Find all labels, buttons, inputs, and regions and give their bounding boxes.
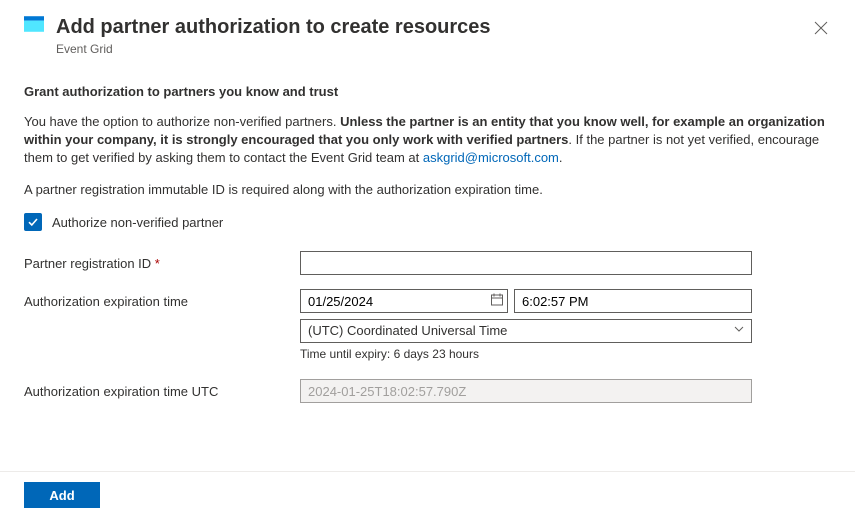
timezone-select[interactable]: (UTC) Coordinated Universal Time [300, 319, 752, 343]
close-button[interactable] [807, 14, 835, 42]
registration-id-input[interactable] [300, 251, 752, 275]
service-name: Event Grid [56, 42, 831, 56]
add-button[interactable]: Add [24, 482, 100, 508]
timezone-value: (UTC) Coordinated Universal Time [308, 323, 507, 338]
section-heading: Grant authorization to partners you know… [24, 84, 831, 99]
time-until-expiry: Time until expiry: 6 days 23 hours [300, 347, 752, 361]
intro-period: . [559, 150, 563, 165]
authorize-nonverified-label: Authorize non-verified partner [52, 215, 223, 230]
required-mark: * [155, 256, 160, 271]
authorize-nonverified-checkbox[interactable] [24, 213, 42, 231]
page-title: Add partner authorization to create reso… [56, 14, 831, 40]
registration-id-label: Partner registration ID [24, 256, 151, 271]
expiration-date-input[interactable] [300, 289, 508, 313]
chevron-down-icon [733, 321, 745, 341]
requirement-text: A partner registration immutable ID is r… [24, 181, 831, 199]
contact-email-link[interactable]: askgrid@microsoft.com [423, 150, 559, 165]
expiration-label: Authorization expiration time [24, 289, 300, 309]
close-icon [814, 21, 828, 35]
checkmark-icon [27, 216, 39, 228]
intro-text: You have the option to authorize non-ver… [24, 113, 831, 167]
expiration-utc-label: Authorization expiration time UTC [24, 379, 300, 399]
intro-lead: You have the option to authorize non-ver… [24, 114, 340, 129]
expiration-utc-output [300, 379, 752, 403]
expiration-time-input[interactable] [514, 289, 752, 313]
service-icon [24, 14, 44, 34]
